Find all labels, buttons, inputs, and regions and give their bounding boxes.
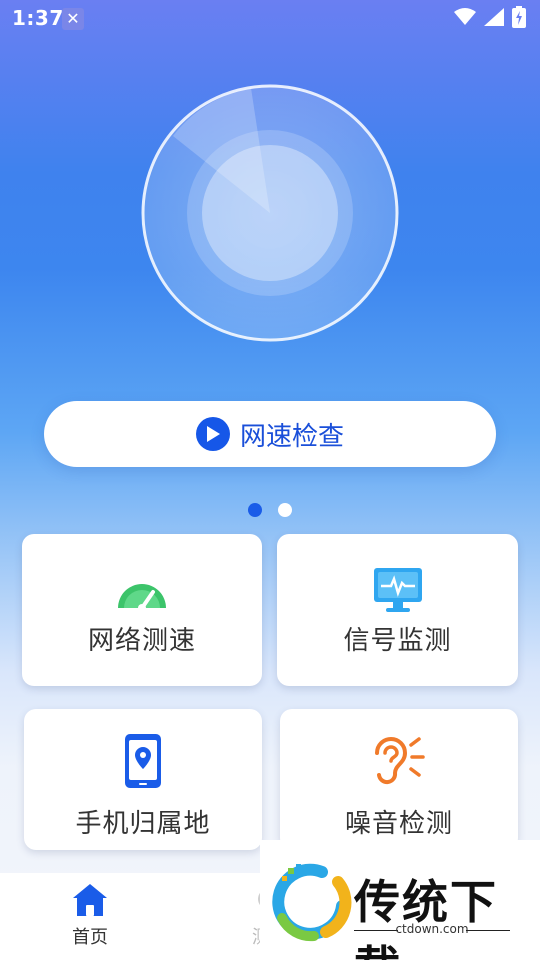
nav-home-label: 首页	[72, 927, 108, 948]
feature-label: 网络测速	[87, 626, 196, 656]
radar-scanner-graphic	[141, 84, 399, 342]
feature-card-noise-detect[interactable]: 噪音检测	[280, 709, 518, 850]
app-screen: 1:37 ✕ 网速检查 网络测速 信号监测 手机归属地 噪音检测 首页 传统下 …	[0, 0, 540, 960]
cell-signal-icon	[484, 8, 504, 26]
status-bar: 1:37 ✕	[0, 0, 540, 36]
feature-label: 信号监测	[343, 626, 452, 656]
monitor-pulse-icon	[373, 568, 422, 612]
ctdown-logo-icon	[272, 863, 352, 942]
feature-card-signal-monitor[interactable]: 信号监测	[277, 534, 518, 686]
watermark-subtitle: ctdown.com	[395, 922, 469, 936]
feature-label: 手机归属地	[75, 809, 211, 839]
home-icon	[73, 884, 107, 916]
nav-item-home[interactable]: 首页	[60, 879, 120, 949]
wifi-icon	[454, 8, 476, 25]
status-icons	[454, 6, 526, 28]
watermark-title: 传统下载	[354, 875, 498, 960]
speed-check-label: 网速检查	[239, 421, 344, 452]
ear-sound-icon	[375, 737, 425, 785]
feature-card-phone-location[interactable]: 手机归属地	[24, 709, 262, 850]
play-icon	[195, 417, 230, 451]
feature-card-speed-test[interactable]: 网络测速	[22, 534, 262, 686]
status-time: 1:37	[12, 6, 64, 30]
pager-dot[interactable]	[278, 503, 292, 517]
fan-icon: ✕	[62, 8, 84, 30]
watermark-logo: 传统下载 ctdown.com	[260, 840, 540, 960]
speedometer-icon	[118, 584, 166, 612]
phone-location-icon	[125, 734, 161, 788]
battery-icon	[512, 6, 526, 28]
watermark-divider	[466, 930, 510, 931]
speed-check-button[interactable]: 网速检查	[44, 401, 496, 467]
pager-dot-active[interactable]	[248, 503, 262, 517]
feature-label: 噪音检测	[344, 809, 453, 839]
pager-dots	[0, 503, 540, 517]
